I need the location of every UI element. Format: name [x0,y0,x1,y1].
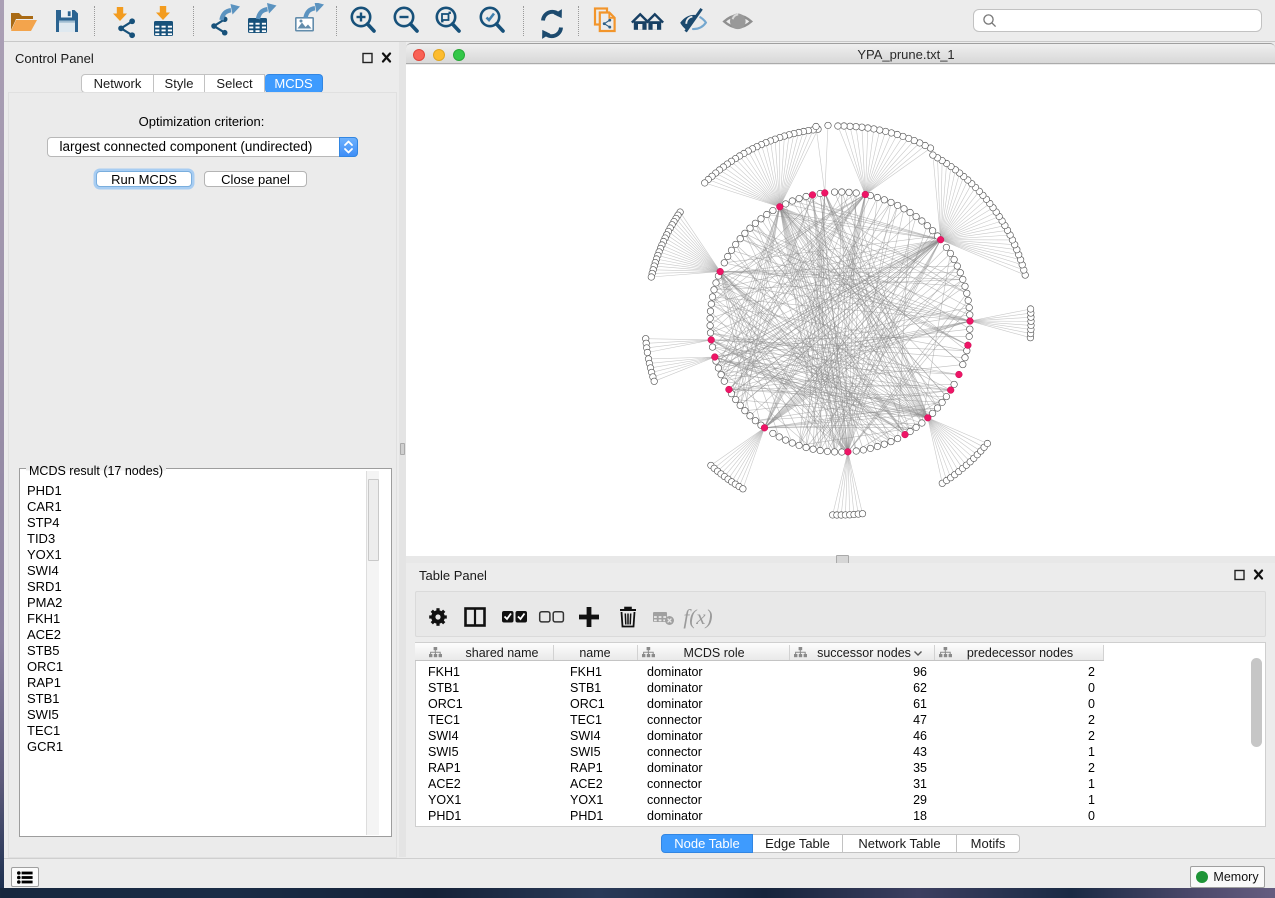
svg-text:f(x): f(x) [683,605,712,629]
